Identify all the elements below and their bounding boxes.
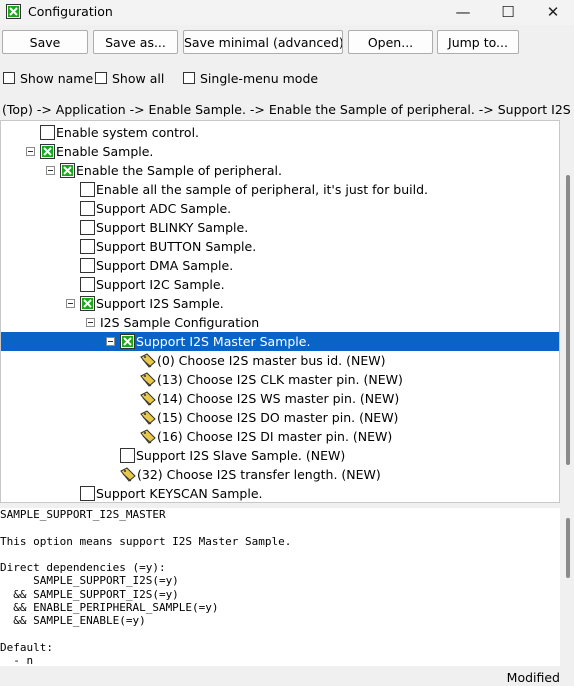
checkbox-icon[interactable]	[80, 182, 95, 197]
tree-item-blinky[interactable]: Support BLINKY Sample.	[1, 218, 559, 237]
breadcrumb: (Top) -> Application -> Enable Sample. -…	[2, 102, 574, 117]
tree-item-enable-all[interactable]: Enable all the sample of peripheral, it'…	[1, 180, 559, 199]
checkbox-icon[interactable]	[80, 258, 95, 273]
info-scrollbar-thumb[interactable]	[566, 518, 570, 578]
tree-item-i2s-config[interactable]: I2S Sample Configuration	[1, 313, 559, 332]
tree-item-ws-pin[interactable]: (14) Choose I2S WS master pin. (NEW)	[1, 389, 559, 408]
show-name-label: Show name	[20, 70, 94, 86]
tree-item-label: Support I2S Sample.	[96, 296, 224, 311]
show-all-option[interactable]: Show all	[95, 70, 164, 86]
tree-item-label: Support BLINKY Sample.	[96, 220, 249, 235]
info-panel: SAMPLE_SUPPORT_I2S_MASTER This option me…	[0, 508, 560, 666]
tree-item-system-control[interactable]: Enable system control.	[1, 123, 559, 142]
single-menu-option[interactable]: Single-menu mode	[183, 70, 318, 86]
collapse-icon[interactable]	[66, 299, 75, 308]
tree-item-enable-sample[interactable]: Enable Sample.	[1, 142, 559, 161]
tree-item-label: (0) Choose I2S master bus id. (NEW)	[157, 353, 386, 368]
checked-icon[interactable]	[60, 163, 75, 178]
collapse-icon[interactable]	[26, 147, 35, 156]
tree-item-label: (15) Choose I2S DO master pin. (NEW)	[157, 410, 399, 425]
checked-icon[interactable]	[80, 296, 95, 311]
edit-value-icon	[140, 429, 156, 444]
single-menu-label: Single-menu mode	[200, 70, 319, 86]
save-minimal-button[interactable]: Save minimal (advanced)...	[183, 30, 343, 54]
edit-value-icon	[140, 410, 156, 425]
tree-item-label: Support ADC Sample.	[96, 201, 232, 216]
minimize-button[interactable]: —	[440, 0, 486, 24]
checked-icon[interactable]	[120, 334, 135, 349]
tree-scrollbar-thumb[interactable]	[566, 175, 570, 465]
tree-item-i2s-slave[interactable]: Support I2S Slave Sample. (NEW)	[1, 446, 559, 465]
info-scrollbar[interactable]	[562, 508, 574, 666]
checkbox-icon[interactable]	[40, 125, 55, 140]
tree-item-clk-pin[interactable]: (13) Choose I2S CLK master pin. (NEW)	[1, 370, 559, 389]
checkbox-icon[interactable]	[80, 486, 95, 501]
tree-item-label: Support DMA Sample.	[96, 258, 234, 273]
tree-item-label: (13) Choose I2S CLK master pin. (NEW)	[157, 372, 403, 387]
single-menu-checkbox[interactable]	[183, 72, 195, 84]
save-as-button[interactable]: Save as...	[93, 30, 178, 54]
jump-to-button[interactable]: Jump to...	[437, 30, 519, 54]
tree-item-i2c[interactable]: Support I2C Sample.	[1, 275, 559, 294]
checkbox-icon[interactable]	[80, 277, 95, 292]
tree-item-label: Enable the Sample of peripheral.	[76, 163, 282, 178]
status-text: Modified	[506, 670, 560, 685]
checkbox-icon[interactable]	[120, 448, 135, 463]
tree-item-enable-peripheral[interactable]: Enable the Sample of peripheral.	[1, 161, 559, 180]
collapse-icon[interactable]	[86, 318, 95, 327]
edit-value-icon	[140, 353, 156, 368]
tree-item-transfer-length[interactable]: (32) Choose I2S transfer length. (NEW)	[1, 465, 559, 484]
tree-item-label: Support I2C Sample.	[96, 277, 225, 292]
tree-item-label: (32) Choose I2S transfer length. (NEW)	[137, 467, 381, 482]
checkbox-icon[interactable]	[80, 239, 95, 254]
checkbox-icon[interactable]	[80, 201, 95, 216]
edit-value-icon	[140, 372, 156, 387]
tree-item-label: Enable all the sample of peripheral, it'…	[96, 182, 429, 197]
tree-item-master-bus-id[interactable]: (0) Choose I2S master bus id. (NEW)	[1, 351, 559, 370]
tree-item-i2s[interactable]: Support I2S Sample.	[1, 294, 559, 313]
tree-item-label: (14) Choose I2S WS master pin. (NEW)	[157, 391, 400, 406]
edit-value-icon	[140, 391, 156, 406]
tree-item-label: Support I2S Master Sample.	[136, 334, 311, 349]
tree-item-label: Support I2S Slave Sample. (NEW)	[136, 448, 346, 463]
show-all-label: Show all	[112, 70, 165, 86]
tree-item-label: (16) Choose I2S DI master pin. (NEW)	[157, 429, 393, 444]
tree-item-label: Enable system control.	[56, 125, 200, 140]
tree-item-dma[interactable]: Support DMA Sample.	[1, 256, 559, 275]
tree-item-label: I2S Sample Configuration	[100, 315, 260, 330]
config-tree[interactable]: Enable system control. Enable Sample. En…	[0, 120, 560, 503]
show-name-checkbox[interactable]	[3, 72, 15, 84]
app-icon	[6, 4, 21, 19]
window-title: Configuration	[28, 4, 113, 19]
close-button[interactable]: ✕	[530, 0, 574, 24]
checked-icon[interactable]	[40, 144, 55, 159]
maximize-button[interactable]: ☐	[485, 0, 531, 24]
tree-item-i2s-master[interactable]: Support I2S Master Sample.	[1, 332, 559, 351]
tree-item-adc[interactable]: Support ADC Sample.	[1, 199, 559, 218]
collapse-icon[interactable]	[46, 166, 55, 175]
tree-item-do-pin[interactable]: (15) Choose I2S DO master pin. (NEW)	[1, 408, 559, 427]
checkbox-icon[interactable]	[80, 220, 95, 235]
open-button[interactable]: Open...	[348, 30, 433, 54]
save-button[interactable]: Save	[2, 30, 88, 54]
show-all-checkbox[interactable]	[95, 72, 107, 84]
tree-item-button[interactable]: Support BUTTON Sample.	[1, 237, 559, 256]
tree-item-label: Support KEYSCAN Sample.	[96, 486, 263, 501]
tree-item-label: Enable Sample.	[56, 144, 154, 159]
tree-item-keyscan[interactable]: Support KEYSCAN Sample.	[1, 484, 559, 502]
tree-item-di-pin[interactable]: (16) Choose I2S DI master pin. (NEW)	[1, 427, 559, 446]
tree-scrollbar[interactable]	[562, 120, 574, 503]
collapse-icon[interactable]	[106, 337, 115, 346]
tree-item-label: Support BUTTON Sample.	[96, 239, 257, 254]
edit-value-icon	[120, 467, 136, 482]
show-name-option[interactable]: Show name	[3, 70, 93, 86]
title-bar: Configuration — ☐ ✕	[0, 0, 574, 25]
